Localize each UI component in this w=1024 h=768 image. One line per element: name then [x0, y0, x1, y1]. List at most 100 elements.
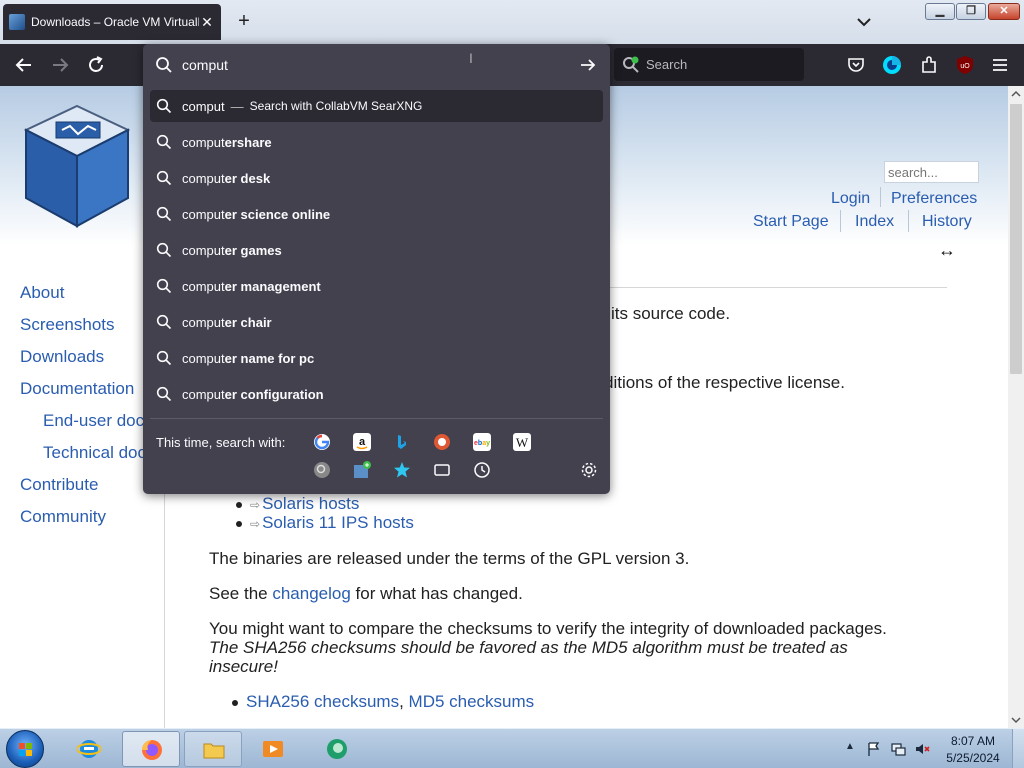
preferences-link[interactable]: Preferences: [891, 190, 977, 208]
new-tab-button[interactable]: +: [234, 11, 254, 31]
search-bar[interactable]: Search: [614, 48, 804, 81]
minimize-button[interactable]: ▁: [925, 3, 955, 20]
sidebar-item-screenshots[interactable]: Screenshots: [20, 315, 115, 335]
firefox-account-icon[interactable]: [882, 55, 902, 75]
external-link-icon: ⇨: [250, 498, 261, 512]
bullet-dot: [232, 699, 238, 706]
taskbar-firefox[interactable]: [122, 731, 180, 767]
action-center-flag-icon[interactable]: [866, 741, 882, 757]
google-icon[interactable]: [313, 433, 331, 451]
extensions-puzzle-icon[interactable]: [919, 55, 939, 75]
suggestion-typed-text: comput: [182, 134, 225, 150]
sidebar-item-downloads[interactable]: Downloads: [20, 347, 104, 367]
sha256-checksums-link[interactable]: SHA256 checksums: [246, 692, 399, 711]
scroll-up-arrow-icon[interactable]: [1008, 86, 1024, 102]
changelog-suffix: for what has changed.: [350, 584, 523, 603]
taskbar-internet-explorer[interactable]: [60, 731, 118, 767]
history-link[interactable]: History: [922, 213, 972, 231]
amazon-icon[interactable]: a: [353, 433, 371, 451]
ublock-origin-icon[interactable]: uO: [955, 55, 975, 75]
restore-button[interactable]: ❐: [956, 3, 986, 20]
search-icon: [156, 278, 172, 294]
list-item: ⇨ Solaris hosts: [236, 494, 359, 514]
suggestion-item[interactable]: comput er science online: [150, 196, 603, 232]
scroll-thumb[interactable]: [1010, 104, 1022, 374]
show-desktop-button[interactable]: [1012, 729, 1024, 768]
taskbar-app[interactable]: [308, 731, 366, 767]
taskbar-media-player[interactable]: [244, 731, 302, 767]
close-window-button[interactable]: ✕: [988, 3, 1020, 20]
address-bar[interactable]: comput I: [143, 44, 610, 86]
suggestion-item[interactable]: comput — Search with CollabVM SearXNG: [150, 90, 603, 122]
list-all-tabs-chevron-icon[interactable]: [854, 12, 874, 32]
paragraph-changelog: See the changelog for what has changed.: [209, 584, 523, 604]
md5-checksums-link[interactable]: MD5 checksums: [409, 692, 535, 711]
taskbar-file-explorer[interactable]: [184, 731, 242, 767]
paragraph-sha-note: The SHA256 checksums should be favored a…: [209, 638, 848, 657]
suggestion-item[interactable]: comput er management: [150, 268, 603, 304]
wikipedia-icon[interactable]: W: [513, 433, 531, 451]
suggestion-completion-text: er science online: [224, 206, 331, 222]
suggestion-item[interactable]: comput er desk: [150, 160, 603, 196]
index-link[interactable]: Index: [855, 213, 894, 231]
duckduckgo-icon[interactable]: [433, 433, 451, 451]
back-arrow-icon[interactable]: [12, 54, 36, 76]
changelog-prefix: See the: [209, 584, 273, 603]
history-clock-icon[interactable]: [473, 461, 491, 479]
active-tab[interactable]: Downloads – Oracle VM VirtualBox ✕: [3, 4, 221, 40]
suggestion-item[interactable]: comput er games: [150, 232, 603, 268]
suggestion-item[interactable]: comput er configuration: [150, 376, 603, 412]
collabvm-searxng-icon[interactable]: [353, 461, 371, 479]
hamburger-menu-icon[interactable]: [990, 55, 1010, 75]
start-button[interactable]: [6, 730, 44, 768]
address-bar-input[interactable]: comput: [182, 57, 228, 73]
browser-tab-strip: Downloads – Oracle VM VirtualBox ✕ + ▁ ❐…: [0, 0, 1024, 44]
bing-icon[interactable]: [393, 433, 411, 451]
start-page-link[interactable]: Start Page: [753, 213, 829, 231]
solaris-hosts-link[interactable]: Solaris hosts: [262, 494, 359, 513]
svg-text:uO: uO: [960, 63, 970, 70]
media-player-icon: [263, 741, 283, 757]
solaris-11-ips-hosts-link[interactable]: Solaris 11 IPS hosts: [262, 513, 414, 532]
search-icon: [156, 98, 172, 114]
searxng-icon[interactable]: [313, 461, 331, 479]
wiki-search-input[interactable]: [884, 161, 979, 183]
forward-arrow-icon[interactable]: [48, 54, 72, 76]
reload-icon[interactable]: [84, 54, 108, 76]
sidebar-item-documentation[interactable]: Documentation: [20, 379, 134, 399]
sidebar-item-technical-docs[interactable]: Technical docs: [43, 443, 155, 463]
link-separator: [908, 210, 909, 232]
suggestion-item[interactable]: comput ershare: [150, 124, 603, 160]
sidebar-item-contribute[interactable]: Contribute: [20, 475, 98, 495]
clock-time[interactable]: 8:07 AM: [940, 734, 1006, 748]
sidebar-item-end-user-docs[interactable]: End-user docs: [43, 411, 153, 431]
search-icon: [156, 386, 172, 402]
sidebar-item-community[interactable]: Community: [20, 507, 106, 527]
suggestion-typed-text: comput: [182, 206, 225, 222]
suggestion-completion-text: ershare: [224, 134, 272, 150]
list-item: ⇨ Solaris 11 IPS hosts: [236, 513, 414, 533]
bookmarks-star-icon[interactable]: [393, 461, 411, 479]
volume-muted-icon[interactable]: [914, 741, 930, 757]
tabs-icon[interactable]: [433, 461, 451, 479]
svg-text:ebay: ebay: [474, 440, 490, 447]
suggestion-typed-text: comput: [182, 278, 225, 294]
gear-icon[interactable]: [580, 461, 598, 479]
virtualbox-logo[interactable]: [18, 98, 136, 238]
sidebar-item-about[interactable]: About: [20, 283, 64, 303]
clock-date[interactable]: 5/25/2024: [940, 751, 1006, 765]
login-link[interactable]: Login: [831, 190, 870, 208]
ebay-icon[interactable]: ebay: [473, 433, 491, 451]
scroll-down-arrow-icon[interactable]: [1008, 712, 1024, 728]
go-arrow-icon[interactable]: [579, 56, 597, 74]
suggestion-item[interactable]: comput er name for pc: [150, 340, 603, 376]
suggestion-item[interactable]: comput er chair: [150, 304, 603, 340]
pocket-icon[interactable]: [846, 55, 866, 75]
tab-close-button[interactable]: ✕: [199, 14, 215, 31]
bullet-dot: [236, 520, 242, 527]
network-icon[interactable]: [890, 741, 906, 757]
virtualbox-favicon-icon: [9, 14, 25, 30]
changelog-link[interactable]: changelog: [272, 584, 350, 603]
page-scrollbar[interactable]: [1008, 86, 1024, 728]
show-hidden-icons-button[interactable]: ▲: [845, 741, 855, 752]
